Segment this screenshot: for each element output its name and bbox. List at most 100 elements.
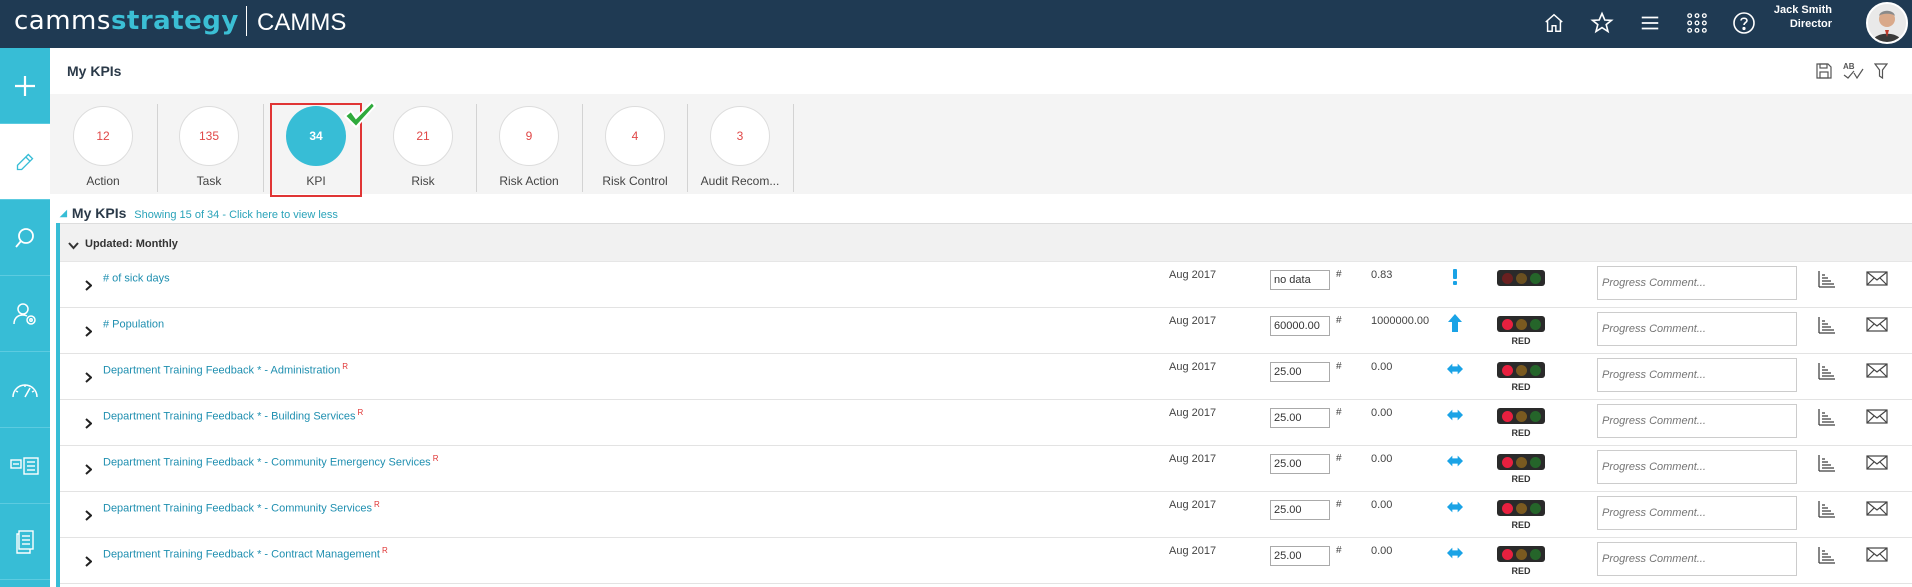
- avatar[interactable]: [1866, 2, 1908, 44]
- email-icon[interactable]: [1866, 271, 1888, 291]
- kpi-unit: #: [1336, 315, 1342, 326]
- bar-chart-icon[interactable]: [1818, 547, 1836, 569]
- spellcheck-icon[interactable]: AB: [1842, 60, 1864, 82]
- bar-chart-icon[interactable]: [1818, 501, 1836, 523]
- kpi-name-link[interactable]: Department Training Feedback * - Communi…: [103, 500, 380, 515]
- email-icon[interactable]: [1866, 501, 1888, 521]
- expand-chevron-icon[interactable]: [85, 508, 93, 526]
- documents-icon[interactable]: [0, 504, 50, 580]
- main-content: My KPIs AB 12 Action 135 Task 34 KPI 21 …: [50, 48, 1912, 587]
- expand-chevron-icon[interactable]: [85, 324, 93, 342]
- view-less-link[interactable]: Showing 15 of 34 - Click here to view le…: [134, 209, 338, 221]
- trend-flat-icon: [1447, 452, 1463, 470]
- counter-audit-recom[interactable]: 3 Audit Recom...: [687, 104, 793, 188]
- kpi-actual-input[interactable]: [1270, 316, 1330, 336]
- progress-comment-input[interactable]: [1597, 496, 1797, 530]
- expand-chevron-icon[interactable]: [85, 370, 93, 388]
- kpi-unit: #: [1336, 453, 1342, 464]
- add-icon[interactable]: [0, 48, 50, 124]
- kpi-name-link[interactable]: # Population: [103, 316, 166, 331]
- bar-chart-icon[interactable]: [1818, 409, 1836, 431]
- app-logo[interactable]: cammsstrategy: [14, 6, 239, 36]
- bar-chart-icon[interactable]: [1818, 363, 1836, 385]
- counter-value: 135: [179, 106, 239, 166]
- expand-chevron-icon[interactable]: [85, 462, 93, 480]
- user-settings-icon[interactable]: [0, 276, 50, 352]
- email-icon[interactable]: [1866, 409, 1888, 429]
- counter-value: 12: [73, 106, 133, 166]
- kpi-actual-input[interactable]: [1270, 454, 1330, 474]
- left-sidebar: [0, 48, 50, 587]
- counter-risk[interactable]: 21 Risk: [370, 104, 476, 188]
- kpi-period: Aug 2017: [1169, 315, 1217, 327]
- brand-name: CAMMS: [257, 9, 347, 36]
- table-row: # Population Aug 2017 #1000000.00 RED: [60, 308, 1912, 354]
- kpi-name-link[interactable]: Department Training Feedback * - Buildin…: [103, 408, 363, 423]
- search-icon[interactable]: [0, 200, 50, 276]
- apps-grid-icon[interactable]: [1682, 8, 1712, 38]
- progress-comment-input[interactable]: [1597, 404, 1797, 438]
- bar-chart-icon[interactable]: [1818, 271, 1836, 293]
- kpi-name-link[interactable]: Department Training Feedback * - Adminis…: [103, 362, 348, 377]
- expand-chevron-icon[interactable]: [85, 554, 93, 572]
- expand-chevron-icon[interactable]: [85, 278, 93, 296]
- email-icon[interactable]: [1866, 317, 1888, 337]
- kpi-actual-input[interactable]: [1270, 500, 1330, 520]
- edit-pencil-icon[interactable]: [0, 124, 50, 200]
- dashboard-gauge-icon[interactable]: [0, 352, 50, 428]
- counter-label: Risk: [411, 174, 435, 188]
- filter-icon[interactable]: [1870, 60, 1892, 82]
- kpi-target: 0.83: [1371, 269, 1393, 281]
- kpi-actual-input[interactable]: [1270, 408, 1330, 428]
- rag-status-label: RED: [1511, 566, 1531, 576]
- email-icon[interactable]: [1866, 455, 1888, 475]
- menu-icon[interactable]: [1635, 8, 1665, 38]
- expand-chevron-icon[interactable]: [85, 416, 93, 434]
- save-icon[interactable]: [1813, 60, 1835, 82]
- trend-flat-icon: [1447, 544, 1463, 562]
- chevron-down-icon[interactable]: [68, 237, 79, 255]
- kpi-period: Aug 2017: [1169, 361, 1217, 373]
- kpi-period: Aug 2017: [1169, 407, 1217, 419]
- counter-value: 3: [710, 106, 770, 166]
- bar-chart-icon[interactable]: [1818, 317, 1836, 339]
- traffic-light-icon: [1497, 546, 1545, 562]
- progress-comment-input[interactable]: [1597, 312, 1797, 346]
- group-header[interactable]: Updated: Monthly: [60, 223, 1912, 262]
- kpi-name-link[interactable]: # of sick days: [103, 270, 172, 285]
- counter-risk-action[interactable]: 9 Risk Action: [476, 104, 582, 188]
- counter-task[interactable]: 135 Task: [156, 104, 262, 188]
- trend-up-icon: [1447, 314, 1463, 332]
- kpi-name-link[interactable]: Department Training Feedback * - Contrac…: [103, 546, 388, 561]
- trend-flat-icon: [1447, 406, 1463, 424]
- bar-chart-icon[interactable]: [1818, 455, 1836, 477]
- kpi-name-link[interactable]: Department Training Feedback * - Communi…: [103, 454, 438, 469]
- email-icon[interactable]: [1866, 547, 1888, 567]
- collapse-triangle-icon[interactable]: ◢: [60, 208, 67, 219]
- progress-comment-input[interactable]: [1597, 358, 1797, 392]
- counter-value: 4: [605, 106, 665, 166]
- rag-status-label: RED: [1511, 520, 1531, 530]
- counter-risk-control[interactable]: 4 Risk Control: [582, 104, 688, 188]
- reports-icon[interactable]: [0, 428, 50, 504]
- rag-status-label: RED: [1511, 474, 1531, 484]
- counter-value: 9: [499, 106, 559, 166]
- home-icon[interactable]: [1539, 8, 1569, 38]
- counter-action[interactable]: 12 Action: [50, 104, 156, 188]
- table-row: Department Training Feedback * - Communi…: [60, 446, 1912, 492]
- kpi-actual-input[interactable]: [1270, 270, 1330, 290]
- help-icon[interactable]: [1729, 8, 1759, 38]
- kpi-actual-input[interactable]: [1270, 362, 1330, 382]
- progress-comment-input[interactable]: [1597, 542, 1797, 576]
- kpi-actual-input[interactable]: [1270, 546, 1330, 566]
- kpi-flag: R: [357, 408, 364, 417]
- kpi-grid: Updated: Monthly # of sick days Aug 2017 #…: [56, 223, 1912, 587]
- kpi-flag: R: [374, 500, 380, 509]
- progress-comment-input[interactable]: [1597, 266, 1797, 300]
- email-icon[interactable]: [1866, 363, 1888, 383]
- traffic-light-icon: [1497, 270, 1545, 286]
- favorite-star-icon[interactable]: [1587, 8, 1617, 38]
- user-info[interactable]: Jack Smith Director: [1774, 3, 1832, 31]
- progress-comment-input[interactable]: [1597, 450, 1797, 484]
- traffic-light-icon: [1497, 408, 1545, 424]
